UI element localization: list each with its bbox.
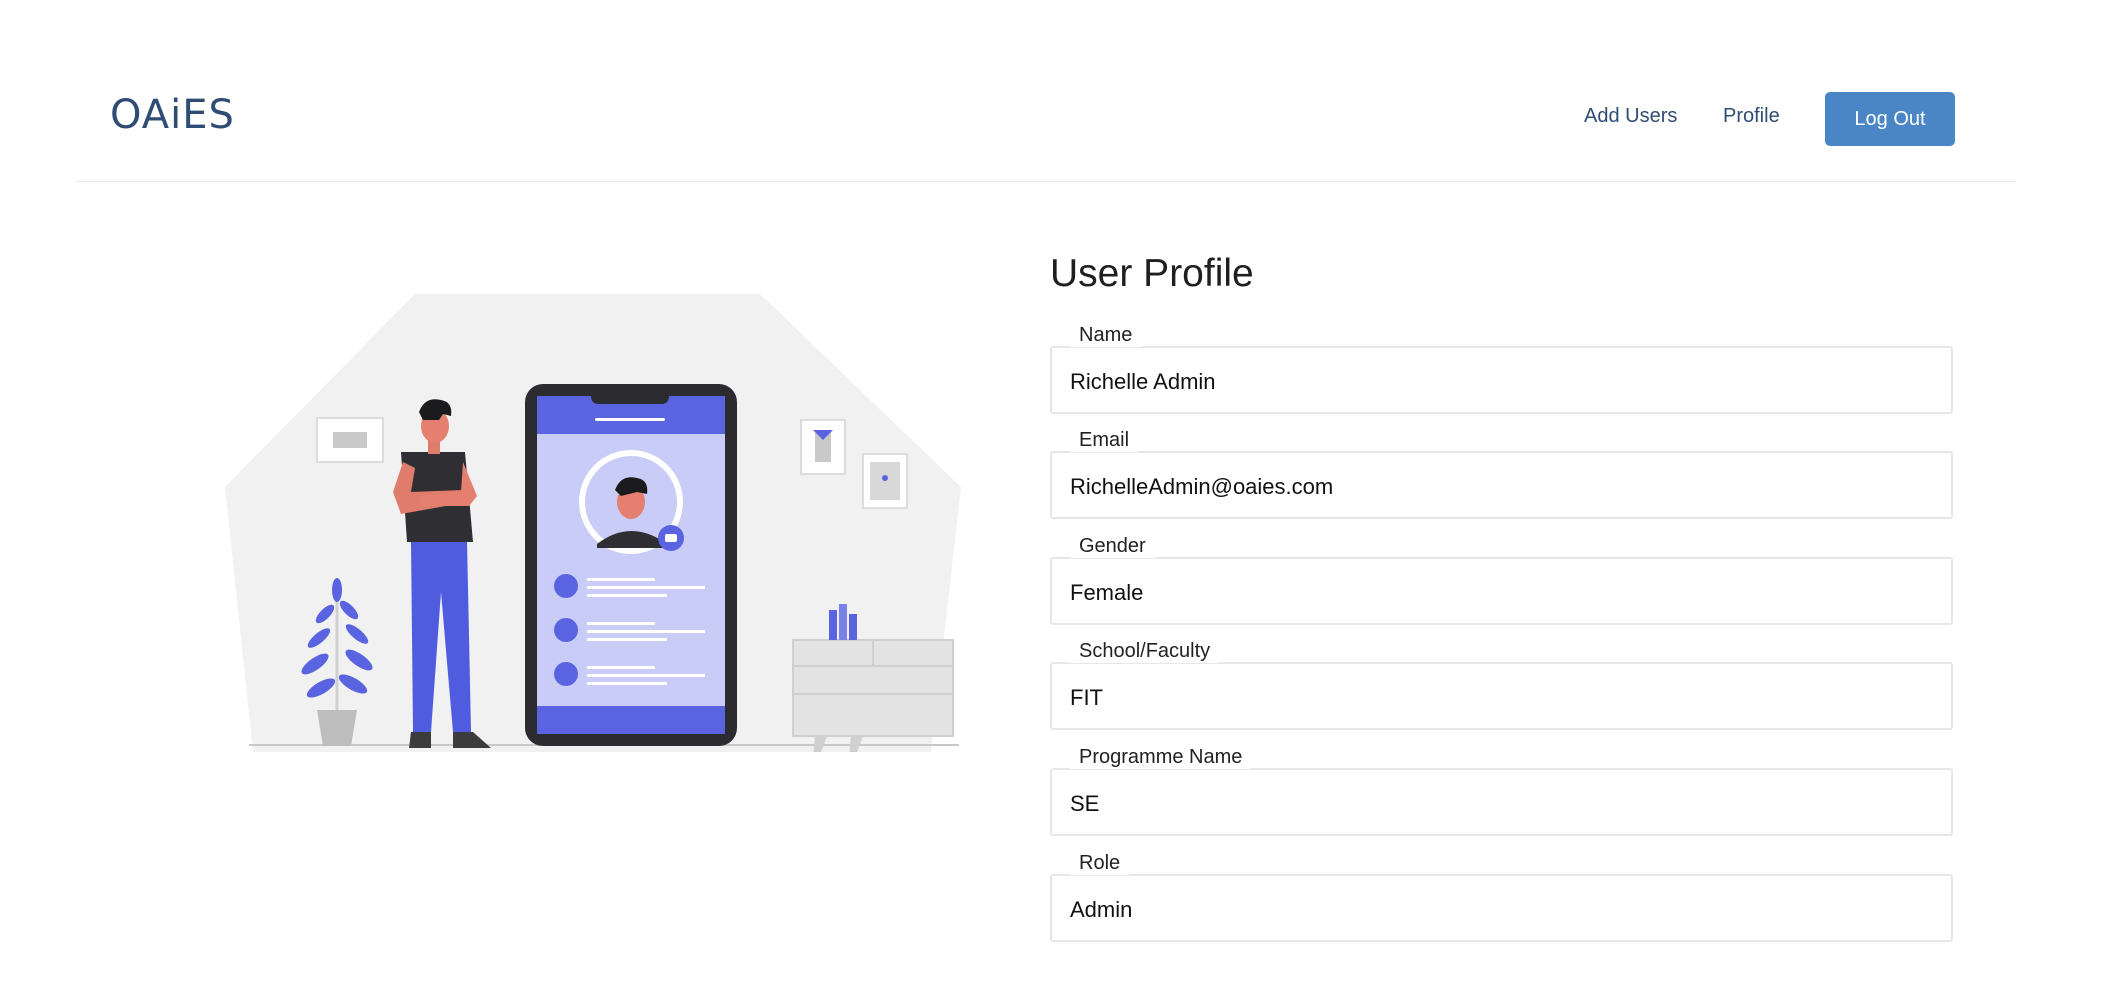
gender-label: Gender [1070,535,1155,558]
gender-field[interactable]: Gender Female [1050,535,1953,625]
wall-frame-left [316,417,384,463]
role-value: Admin [1070,897,1133,922]
wall-frame-right-bottom [862,453,908,509]
email-field[interactable]: Email RichelleAdmin@oaies.com [1050,429,1953,519]
wall-frame-right-top [800,419,846,475]
role-field[interactable]: Role Admin [1050,852,1953,942]
name-value: Richelle Admin [1070,369,1216,394]
school-faculty-value: FIT [1070,685,1103,710]
programme-name-field[interactable]: Programme Name SE [1050,746,1953,836]
nav-add-users-link[interactable]: Add Users [1584,105,1677,128]
phone-mockup [525,384,737,746]
programme-name-label: Programme Name [1070,746,1252,769]
logout-button[interactable]: Log Out [1825,92,1955,146]
name-field[interactable]: Name Richelle Admin [1050,324,1953,414]
gender-value: Female [1070,580,1144,605]
school-faculty-label: School/Faculty [1070,640,1220,663]
user-profile-illustration [225,294,961,752]
navbar: OAiES Add Users Profile Log Out [0,0,2106,182]
brand-logo[interactable]: OAiES [110,92,235,138]
header-divider [76,181,2016,182]
email-value: RichelleAdmin@oaies.com [1070,474,1334,499]
programme-name-value: SE [1070,791,1100,816]
nav-profile-link[interactable]: Profile [1723,105,1780,128]
page-title: User Profile [1050,252,1254,295]
school-faculty-field[interactable]: School/Faculty FIT [1050,640,1953,730]
role-label: Role [1070,852,1130,875]
email-label: Email [1070,429,1139,452]
name-label: Name [1070,324,1142,347]
